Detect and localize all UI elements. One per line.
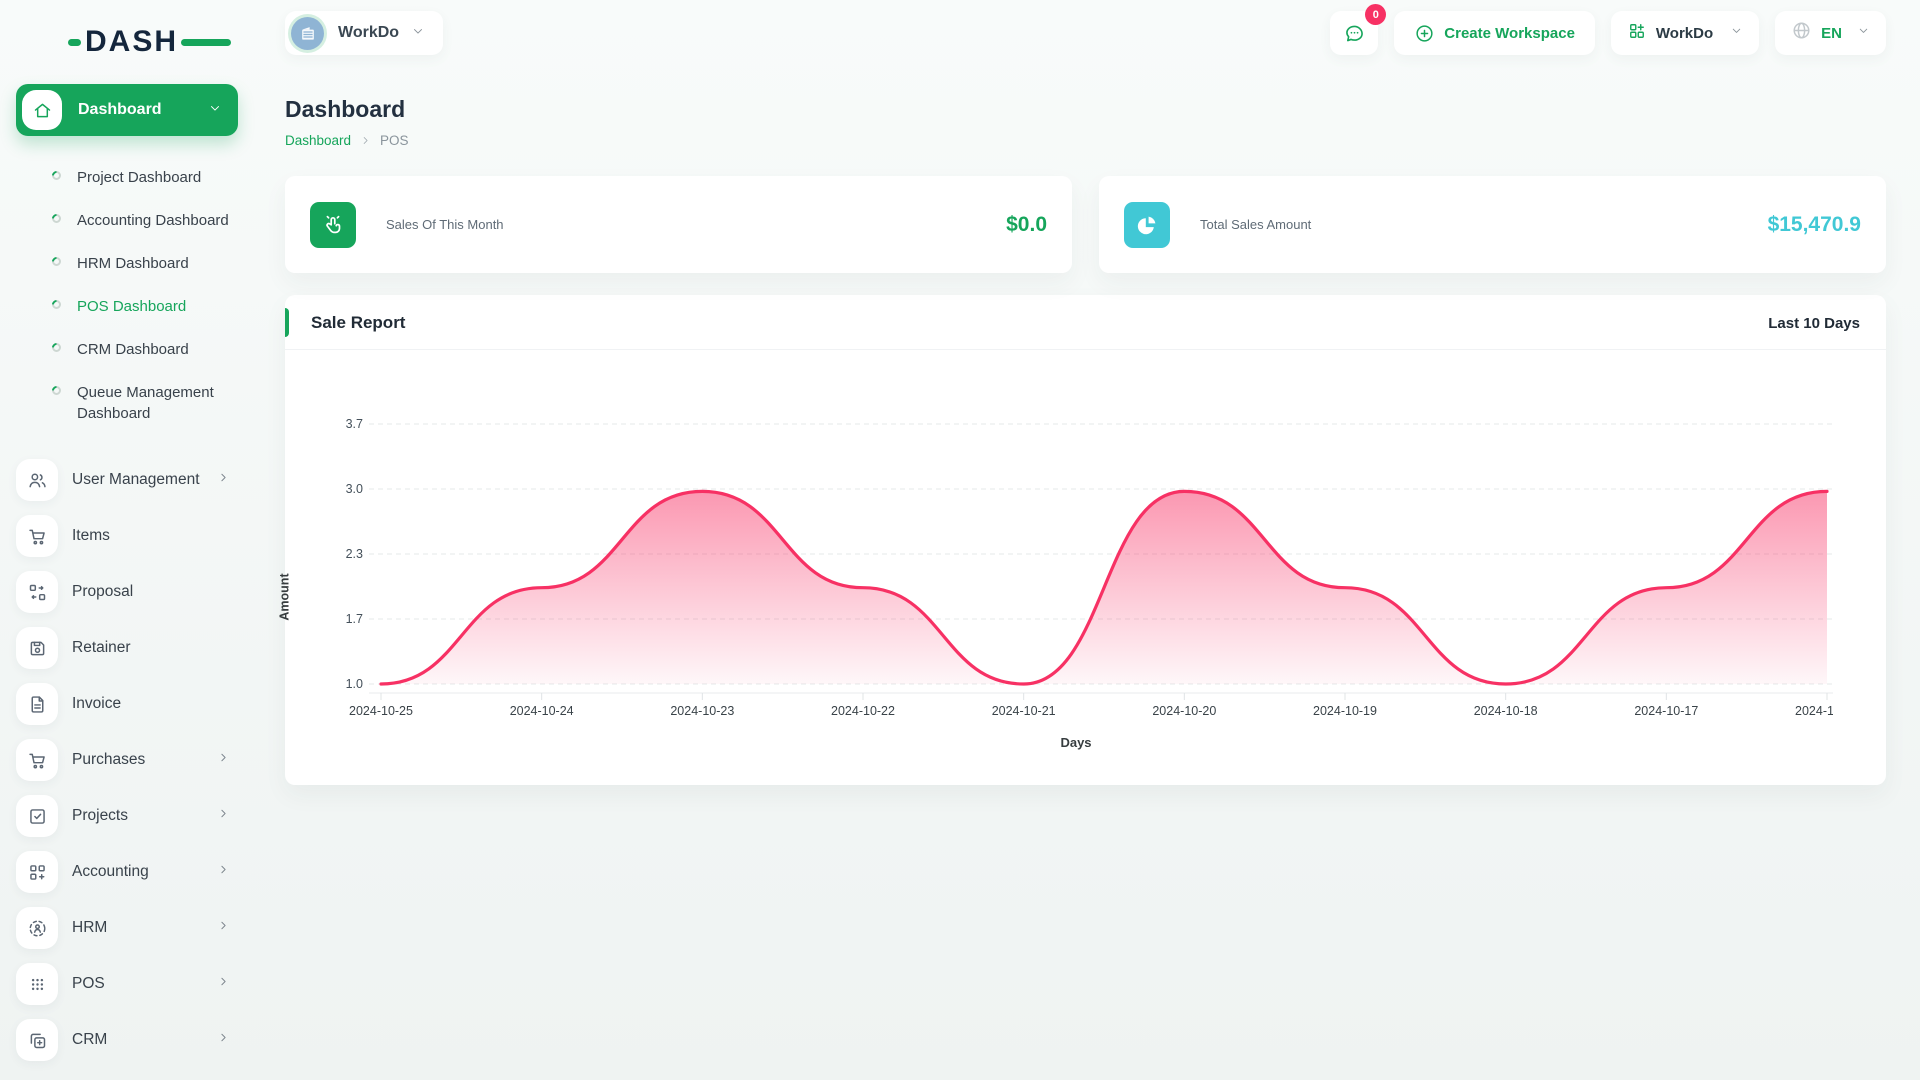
chevron-right-icon <box>360 135 371 146</box>
sidebar-item-projects[interactable]: Projects <box>16 795 238 837</box>
sidebar-item-hrm[interactable]: HRM <box>16 907 238 949</box>
chart-title: Sale Report <box>311 313 406 332</box>
stat-label: Sales Of This Month <box>386 217 504 232</box>
chevron-right-icon <box>217 975 230 993</box>
svg-text:2024-10-21: 2024-10-21 <box>992 704 1056 718</box>
stat-card-total-sales-amount: Total Sales Amount $15,470.9 <box>1099 176 1886 273</box>
sidebar-item-project-dashboard[interactable]: Project Dashboard <box>16 156 285 199</box>
sidebar: DASH Dashboard Project Dashboard Account… <box>0 0 285 1080</box>
sidebar-item-items[interactable]: Items <box>16 515 238 557</box>
logo-dash-icon <box>181 38 232 46</box>
save-icon <box>16 627 58 669</box>
document-icon <box>16 683 58 725</box>
sale-report-chart: Amount 3.7 3.0 2.3 1.7 1.0 2024-10-25 2024-10-… <box>278 394 1886 750</box>
sale-report-card: Sale Report Last 10 Days Amount 3.7 3.0 2.… <box>278 295 1886 785</box>
bullet-icon <box>50 212 63 225</box>
bullet-icon <box>50 169 63 182</box>
sidebar-item-label: Dashboard <box>78 101 162 118</box>
sidebar-item-dashboard[interactable]: Dashboard <box>16 84 238 136</box>
area-chart-canvas: 3.7 3.0 2.3 1.7 1.0 2024-10-25 2024-10-24 2024-… <box>346 417 1833 718</box>
chevron-right-icon <box>217 1031 230 1049</box>
sidebar-item-pos-dashboard[interactable]: POS Dashboard <box>16 285 285 328</box>
svg-text:1.7: 1.7 <box>346 612 363 626</box>
stats-row: Sales Of This Month $0.0 Total Sales Amo… <box>285 176 1886 273</box>
svg-text:3.0: 3.0 <box>346 482 363 496</box>
x-axis-title: Days <box>1060 735 1092 750</box>
sidebar-item-accounting[interactable]: Accounting <box>16 851 238 893</box>
chevron-right-icon <box>217 863 230 881</box>
svg-text:2024-10-24: 2024-10-24 <box>510 704 574 718</box>
logo-text: DASH <box>85 25 179 58</box>
svg-text:2.3: 2.3 <box>346 547 363 561</box>
chevron-right-icon <box>217 807 230 825</box>
main-content: Dashboard Dashboard POS Sales Of This Mo… <box>278 0 1886 785</box>
bullet-icon <box>50 384 63 397</box>
sidebar-item-purchases[interactable]: Purchases <box>16 739 238 781</box>
svg-text:2024-10-16: 2024-10-16 <box>1795 704 1833 718</box>
grid-plus-icon <box>16 851 58 893</box>
sidebar-item-crm[interactable]: CRM <box>16 1019 238 1061</box>
dots-grid-icon <box>16 963 58 1005</box>
sidebar-item-accounting-dashboard[interactable]: Accounting Dashboard <box>16 199 285 242</box>
svg-text:1.0: 1.0 <box>346 677 363 691</box>
breadcrumb-current: POS <box>380 133 409 148</box>
chevron-right-icon <box>217 919 230 937</box>
users-icon <box>16 459 58 501</box>
stat-label: Total Sales Amount <box>1200 217 1312 232</box>
bullet-icon <box>50 255 63 268</box>
scan-person-icon <box>16 907 58 949</box>
pie-chart-icon <box>1124 201 1170 248</box>
stat-value: $15,470.9 <box>1767 212 1861 236</box>
sidebar-item-pos[interactable]: POS <box>16 963 238 1005</box>
svg-text:3.7: 3.7 <box>346 417 363 431</box>
sidebar-item-proposal[interactable]: Proposal <box>16 571 238 613</box>
sidebar-menu: User Management Items Proposal Retainer <box>16 459 285 1061</box>
sidebar-item-invoice[interactable]: Invoice <box>16 683 238 725</box>
svg-text:2024-10-18: 2024-10-18 <box>1474 704 1538 718</box>
bullet-icon <box>50 341 63 354</box>
dashboard-submenu: Project Dashboard Accounting Dashboard H… <box>16 156 285 435</box>
svg-text:2024-10-20: 2024-10-20 <box>1152 704 1216 718</box>
tap-icon <box>310 201 356 248</box>
app-logo[interactable]: DASH <box>16 18 285 66</box>
sidebar-item-queue-management-dashboard[interactable]: Queue Management Dashboard <box>16 371 285 435</box>
page-title: Dashboard <box>285 96 406 122</box>
home-icon <box>22 90 62 130</box>
sidebar-item-hrm-dashboard[interactable]: HRM Dashboard <box>16 242 285 285</box>
squares-plus-icon <box>16 1019 58 1061</box>
logo-dash-icon <box>68 38 81 46</box>
sidebar-item-user-management[interactable]: User Management <box>16 459 238 501</box>
chart-range-label: Last 10 Days <box>1768 314 1860 332</box>
sidebar-item-retainer[interactable]: Retainer <box>16 627 238 669</box>
chevron-down-icon <box>208 101 222 120</box>
svg-text:2024-10-17: 2024-10-17 <box>1634 704 1698 718</box>
breadcrumb: Dashboard POS <box>285 133 1886 148</box>
chevron-right-icon <box>217 471 230 489</box>
check-square-icon <box>16 795 58 837</box>
sale-report-header: Sale Report Last 10 Days <box>285 295 1886 350</box>
svg-text:2024-10-22: 2024-10-22 <box>831 704 895 718</box>
bullet-icon <box>50 298 63 311</box>
sidebar-item-crm-dashboard[interactable]: CRM Dashboard <box>16 328 285 371</box>
cart-icon <box>16 739 58 781</box>
swap-boxes-icon <box>16 571 58 613</box>
stat-card-sales-of-this-month: Sales Of This Month $0.0 <box>285 176 1072 273</box>
y-axis-title: Amount <box>277 573 292 621</box>
svg-text:2024-10-25: 2024-10-25 <box>349 704 413 718</box>
stat-value: $0.0 <box>1006 212 1047 236</box>
svg-text:2024-10-19: 2024-10-19 <box>1313 704 1377 718</box>
cart-icon <box>16 515 58 557</box>
svg-text:2024-10-23: 2024-10-23 <box>670 704 734 718</box>
breadcrumb-dashboard-link[interactable]: Dashboard <box>285 133 351 148</box>
chevron-right-icon <box>217 751 230 769</box>
